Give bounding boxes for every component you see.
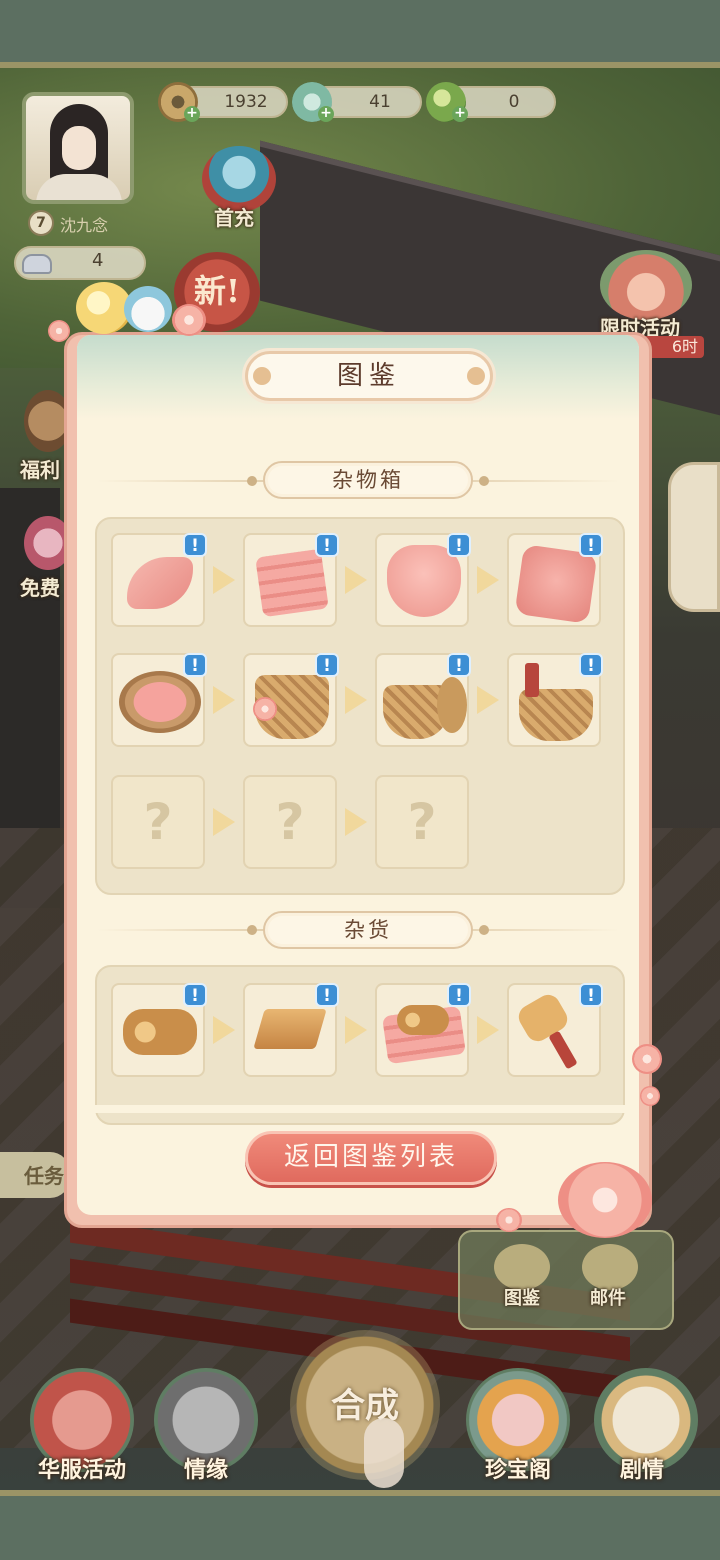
new-item-badge: ! bbox=[183, 983, 207, 1007]
treasure-label[interactable]: 珍宝阁 bbox=[458, 1452, 578, 1484]
arrow-right-icon bbox=[213, 686, 235, 714]
cloth-sieve-icon bbox=[119, 671, 201, 733]
pink-scarf-icon bbox=[127, 557, 193, 609]
green-bird-value: 0 bbox=[508, 92, 520, 112]
folded-cloth-icon bbox=[255, 548, 329, 618]
title-plate: 图鉴 bbox=[245, 351, 493, 401]
folding-fan-icon[interactable] bbox=[600, 250, 692, 320]
tool-panel bbox=[458, 1230, 674, 1330]
new-badge-label: 新! bbox=[193, 272, 241, 310]
new-item-badge: ! bbox=[579, 533, 603, 557]
codex-label[interactable]: 图鉴 bbox=[504, 1284, 540, 1310]
player-level-badge: 7 bbox=[28, 210, 54, 236]
white-flower-icon bbox=[253, 697, 277, 721]
copper-coin-value: 1932 bbox=[224, 92, 268, 112]
story-label[interactable]: 剧情 bbox=[582, 1452, 702, 1484]
add-jade-bead-button[interactable]: + bbox=[318, 106, 334, 122]
section-plate-sundries-box: 杂物箱 bbox=[263, 461, 473, 499]
locked-item-cell[interactable]: ? bbox=[243, 775, 337, 869]
section-dot-icon bbox=[479, 476, 489, 486]
arrow-right-icon bbox=[477, 686, 499, 714]
new-item-badge: ! bbox=[315, 653, 339, 677]
peony-cluster-icon bbox=[558, 1162, 652, 1238]
avatar-face bbox=[62, 126, 96, 170]
first-charge-label[interactable]: 首充 bbox=[214, 202, 254, 231]
unknown-icon: ? bbox=[143, 793, 173, 851]
blossom-icon bbox=[48, 320, 70, 342]
section-plate-groceries: 杂货 bbox=[263, 911, 473, 949]
merge-label: 合成 bbox=[331, 1386, 399, 1426]
new-item-badge: ! bbox=[447, 533, 471, 557]
title-flower-left-icon bbox=[253, 367, 271, 385]
basket-lid-icon bbox=[437, 677, 467, 733]
arrow-right-icon bbox=[213, 566, 235, 594]
arrow-right-icon bbox=[345, 808, 367, 836]
arrow-right-icon bbox=[345, 566, 367, 594]
mallet-handle-icon bbox=[548, 1030, 578, 1070]
section-title: 杂物箱 bbox=[332, 468, 404, 492]
task-tab[interactable]: 任务 bbox=[0, 1152, 70, 1198]
saw-icon bbox=[525, 663, 539, 697]
blue-bird-icon bbox=[124, 286, 172, 332]
new-item-badge: ! bbox=[183, 533, 207, 557]
player-name: 沈九念 bbox=[60, 216, 109, 235]
arrow-right-icon bbox=[213, 1016, 235, 1044]
wood-logs-icon bbox=[123, 1009, 197, 1055]
free-label[interactable]: 免费 bbox=[20, 572, 60, 601]
new-item-badge: ! bbox=[579, 653, 603, 677]
section-dot-icon bbox=[247, 925, 257, 935]
player-avatar[interactable] bbox=[22, 92, 134, 204]
silver-ingot-icon bbox=[22, 254, 52, 274]
new-item-badge: ! bbox=[315, 533, 339, 557]
jade-bead-value: 41 bbox=[369, 92, 391, 112]
wood-on-cloth-icon bbox=[397, 1005, 449, 1035]
avatar-robe bbox=[36, 174, 122, 200]
unknown-icon: ? bbox=[407, 793, 437, 851]
task-label: 任务 bbox=[24, 1164, 64, 1188]
arrow-right-icon bbox=[477, 566, 499, 594]
arrow-right-icon bbox=[345, 686, 367, 714]
mail-label[interactable]: 邮件 bbox=[590, 1284, 626, 1310]
fashion-event-label[interactable]: 华服活动 bbox=[22, 1452, 142, 1484]
bottom-divider bbox=[0, 1490, 720, 1496]
add-green-bird-button[interactable]: + bbox=[452, 106, 468, 122]
peony-flower-icon bbox=[172, 304, 206, 336]
side-drawer-tab[interactable] bbox=[668, 462, 720, 612]
section-title: 杂货 bbox=[344, 918, 392, 942]
add-copper-coin-button[interactable]: + bbox=[184, 106, 200, 122]
locked-item-cell[interactable]: ? bbox=[375, 775, 469, 869]
codex-modal-body: 图鉴 杂物箱 ! ! ! ! ! ! ! ! ? ? ? 杂货 ! ! ! ! … bbox=[77, 335, 639, 1215]
list-clip-edge bbox=[77, 1105, 639, 1113]
blossom-icon bbox=[496, 1208, 522, 1232]
tap-hand-icon bbox=[364, 1418, 404, 1488]
new-item-badge: ! bbox=[183, 653, 207, 677]
new-item-badge: ! bbox=[579, 983, 603, 1007]
back-button-label: 返回图鉴列表 bbox=[283, 1142, 458, 1172]
codex-modal: 图鉴 杂物箱 ! ! ! ! ! ! ! ! ? ? ? 杂货 ! ! ! ! … bbox=[64, 332, 652, 1228]
arrow-right-icon bbox=[345, 1016, 367, 1044]
top-divider bbox=[0, 62, 720, 68]
blossom-icon bbox=[640, 1086, 660, 1106]
back-to-codex-list-button[interactable]: 返回图鉴列表 bbox=[245, 1131, 497, 1185]
welfare-label[interactable]: 福利 bbox=[20, 454, 60, 483]
blossom-icon bbox=[632, 1044, 662, 1074]
silver-counter[interactable]: 4 bbox=[14, 246, 146, 280]
section-dot-icon bbox=[247, 476, 257, 486]
wood-planks-icon bbox=[253, 1009, 327, 1049]
bond-label[interactable]: 情缘 bbox=[146, 1452, 266, 1484]
unknown-icon: ? bbox=[275, 793, 305, 851]
new-item-badge: ! bbox=[315, 983, 339, 1007]
arrow-right-icon bbox=[477, 1016, 499, 1044]
locked-item-cell[interactable]: ? bbox=[111, 775, 205, 869]
bottom-bar bbox=[0, 1490, 720, 1560]
section-dot-icon bbox=[479, 925, 489, 935]
modal-title: 图鉴 bbox=[336, 361, 401, 391]
silver-value: 4 bbox=[92, 250, 104, 271]
new-item-badge: ! bbox=[447, 653, 471, 677]
title-flower-right-icon bbox=[467, 367, 485, 385]
status-bar bbox=[0, 0, 720, 64]
arrow-right-icon bbox=[213, 808, 235, 836]
new-item-badge: ! bbox=[447, 983, 471, 1007]
